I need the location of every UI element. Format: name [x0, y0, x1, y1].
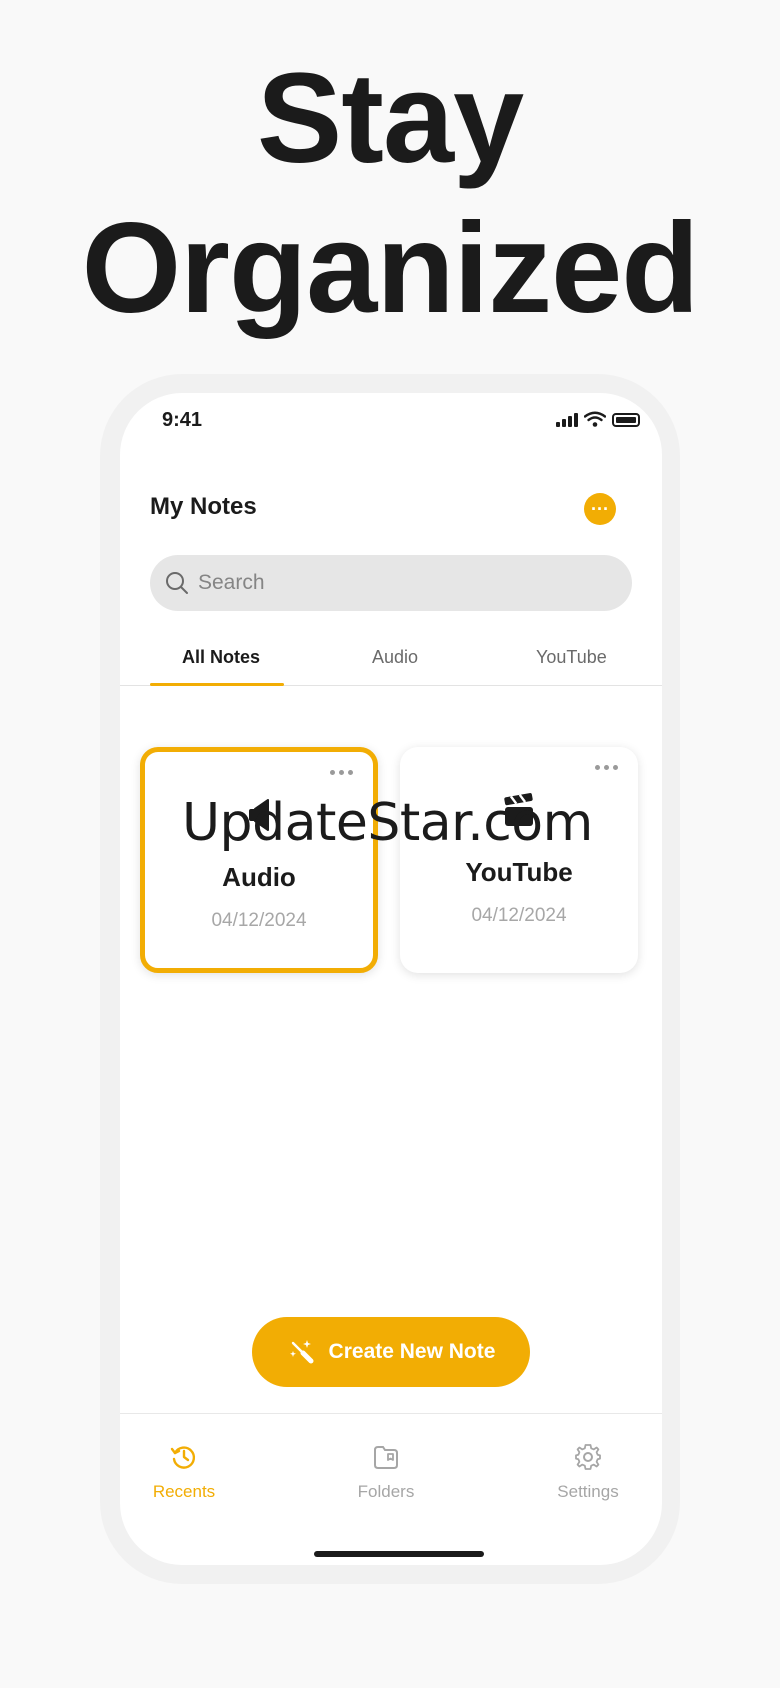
magic-wand-icon — [289, 1340, 314, 1364]
headline-line-1: Stay — [256, 47, 524, 190]
nav-item-settings[interactable]: Settings — [518, 1442, 658, 1502]
note-title: YouTube — [465, 857, 573, 887]
headline-line-2: Organized — [81, 197, 700, 340]
phone-screen: 9:41 My Notes ··· All Notes Audio YouTub… — [120, 393, 662, 1565]
tab-youtube[interactable]: YouTube — [536, 647, 607, 668]
card-options-icon[interactable] — [330, 770, 353, 775]
tab-bar: All Notes Audio YouTube — [120, 641, 662, 686]
wifi-icon — [584, 411, 606, 427]
create-new-note-button[interactable]: Create New Note — [252, 1317, 530, 1387]
note-card-audio[interactable]: Audio 04/12/2024 — [140, 747, 378, 973]
nav-item-folders[interactable]: Folders — [316, 1442, 456, 1502]
note-date: 04/12/2024 — [471, 905, 567, 926]
battery-icon — [612, 413, 640, 427]
folder-icon — [374, 1446, 398, 1469]
tab-all-notes[interactable]: All Notes — [182, 647, 260, 668]
page-title: My Notes — [150, 493, 257, 520]
tab-audio[interactable]: Audio — [372, 647, 418, 668]
more-options-button[interactable]: ··· — [584, 493, 616, 525]
bottom-nav: Recents Folders Settings — [120, 1413, 662, 1565]
nav-label-recents: Recents — [152, 1482, 216, 1501]
nav-label-settings: Settings — [557, 1482, 619, 1501]
nav-item-recents[interactable]: Recents — [120, 1442, 254, 1502]
note-title: Audio — [222, 862, 296, 892]
note-card-youtube[interactable]: YouTube 04/12/2024 — [400, 747, 638, 973]
card-options-icon[interactable] — [595, 765, 618, 770]
search-input[interactable] — [196, 570, 600, 596]
signal-icon — [556, 413, 578, 427]
create-new-note-label: Create New Note — [328, 1340, 496, 1363]
nav-label-folders: Folders — [357, 1482, 415, 1501]
history-icon — [170, 1446, 196, 1469]
search-icon — [166, 572, 188, 594]
active-tab-indicator — [150, 683, 284, 686]
home-indicator — [314, 1551, 484, 1557]
status-time: 9:41 — [162, 409, 203, 431]
status-icons — [556, 411, 640, 427]
note-date: 04/12/2024 — [211, 910, 307, 931]
gear-icon — [575, 1444, 601, 1470]
watermark-text: UpdateStar.com — [182, 793, 593, 853]
search-bar[interactable] — [150, 555, 632, 611]
headline: Stay Organized — [0, 44, 780, 344]
